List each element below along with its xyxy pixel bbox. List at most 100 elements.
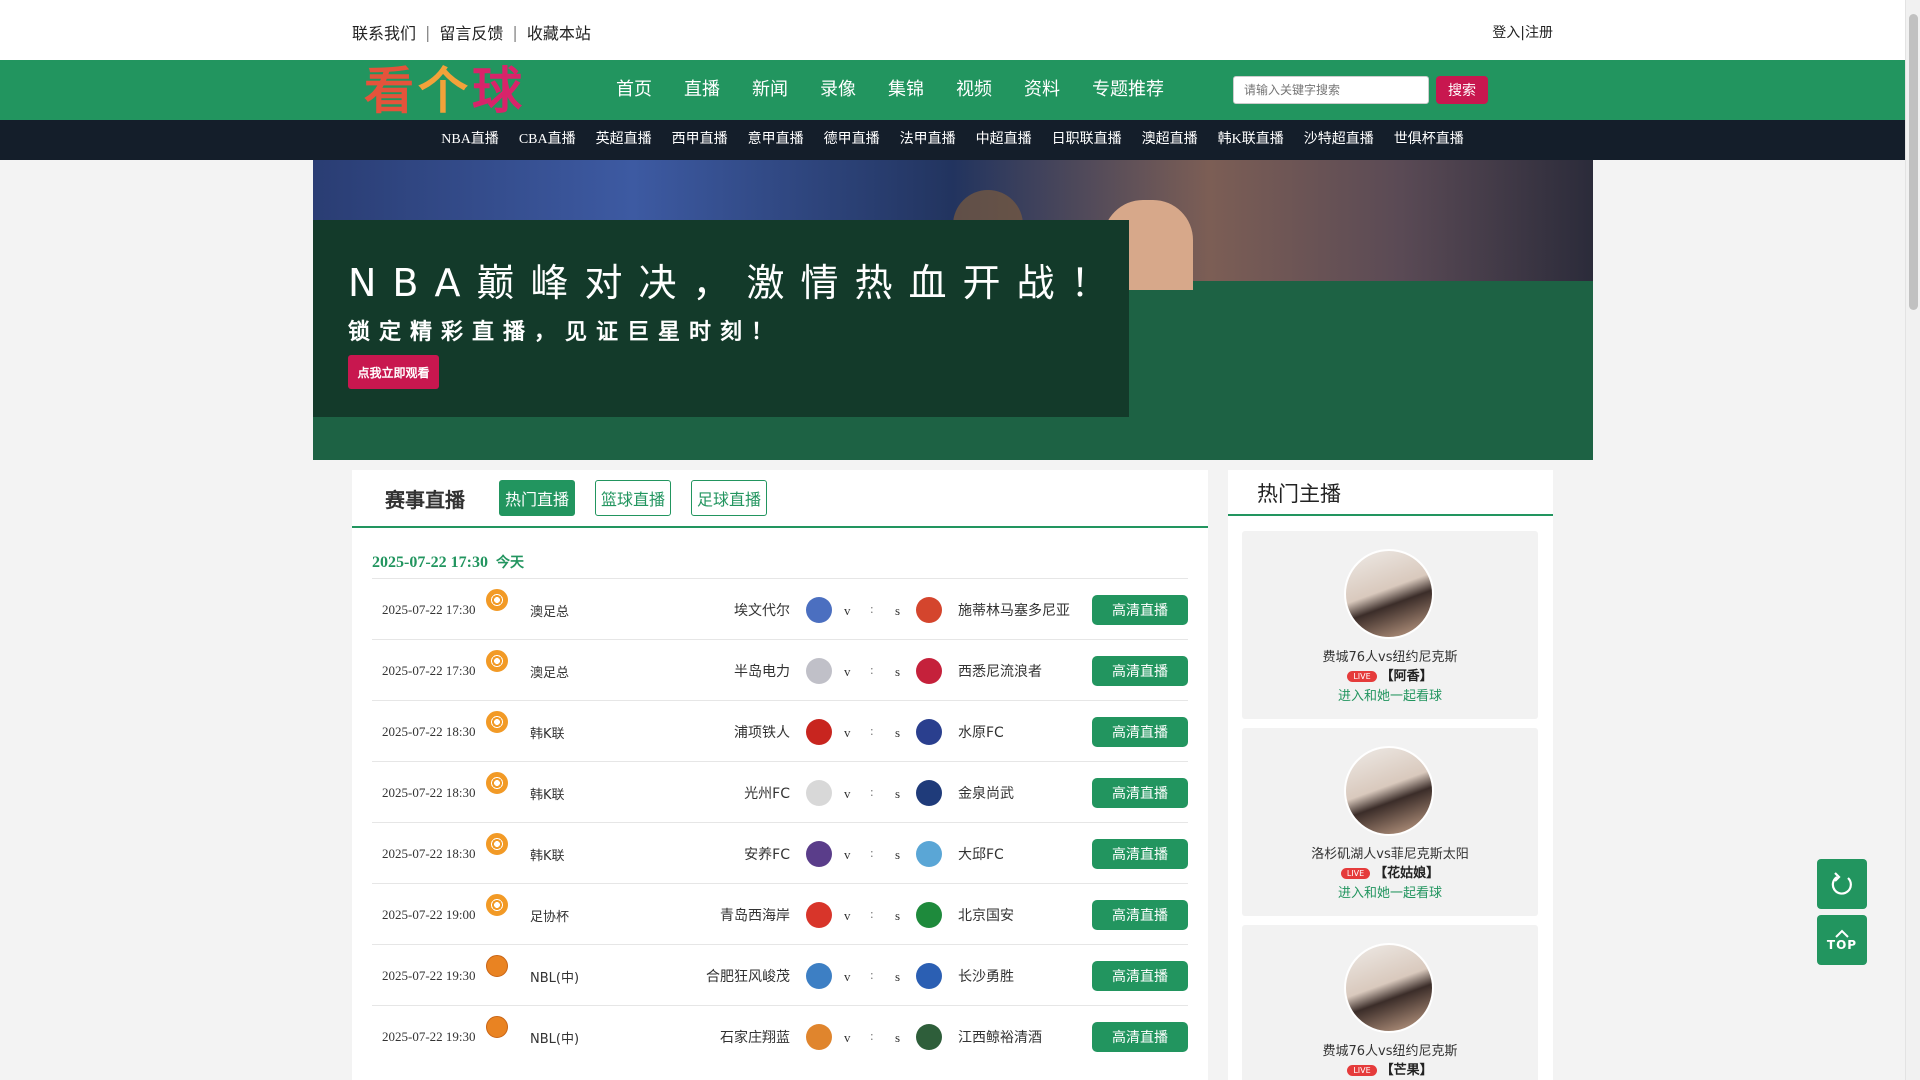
anchor-name-line: LIVE 【阿香】 <box>1242 665 1538 684</box>
hd-live-button[interactable]: 高清直播 <box>1092 595 1188 625</box>
search-button[interactable]: 搜索 <box>1436 76 1488 104</box>
league-name: NBL(中) <box>530 971 580 986</box>
anchor-name-line: LIVE 【芒果】 <box>1242 1059 1538 1078</box>
home-team-logo <box>806 902 832 928</box>
search-input[interactable] <box>1233 76 1429 104</box>
league-link-csl[interactable]: 中超直播 <box>966 120 1042 160</box>
watch-now-button[interactable]: 点我立即观看 <box>348 355 439 389</box>
refresh-button[interactable] <box>1817 859 1867 909</box>
back-to-top-button[interactable]: TOP <box>1817 915 1867 965</box>
vs-s: s <box>895 725 901 740</box>
league-link-bundesliga[interactable]: 德甲直播 <box>814 120 890 160</box>
league-name: 韩K联 <box>530 788 565 803</box>
enter-room-link[interactable]: 进入和她一起看球 <box>1242 882 1538 901</box>
anchor-match: 洛杉矶湖人vs菲尼克斯太阳 <box>1311 847 1469 862</box>
away-team-logo <box>916 963 942 989</box>
hd-live-button[interactable]: 高清直播 <box>1092 839 1188 869</box>
league-nav: NBA直播 CBA直播 英超直播 西甲直播 意甲直播 德甲直播 法甲直播 中超直… <box>0 120 1905 160</box>
league-link-kleague[interactable]: 韩K联直播 <box>1208 120 1294 160</box>
vs-v: v <box>844 725 851 740</box>
football-icon <box>486 650 508 672</box>
league-link-seriea[interactable]: 意甲直播 <box>738 120 814 160</box>
league-name: 韩K联 <box>530 727 565 742</box>
match-time: 2025-07-22 18:30 <box>382 846 476 861</box>
anchor-card[interactable]: 费城76人vs纽约尼克斯 LIVE 【阿香】 进入和她一起看球 <box>1242 531 1538 719</box>
hd-live-button[interactable]: 高清直播 <box>1092 961 1188 991</box>
match-time: 2025-07-22 19:30 <box>382 1029 476 1044</box>
home-team: 合肥狂风峻茂 <box>706 969 790 985</box>
league-link-ligue1[interactable]: 法甲直播 <box>890 120 966 160</box>
league-link-cba[interactable]: CBA直播 <box>509 120 586 160</box>
league-link-nba[interactable]: NBA直播 <box>431 120 509 160</box>
hd-live-button[interactable]: 高清直播 <box>1092 778 1188 808</box>
contact-link[interactable]: 联系我们 <box>352 20 416 44</box>
match-time: 2025-07-22 17:30 <box>382 663 476 678</box>
anchor-card[interactable]: 费城76人vs纽约尼克斯 LIVE【芒果】 进入和她一起看球 <box>1242 925 1538 1080</box>
refresh-icon <box>1831 872 1852 895</box>
match-row: 2025-07-22 18:30 韩K联 光州FC v: s 金泉尚武 高清直播 <box>372 761 1188 822</box>
league-link-jleague[interactable]: 日职联直播 <box>1042 120 1132 160</box>
live-badge: LIVE <box>1347 671 1377 682</box>
score-separator: : <box>870 662 874 677</box>
vs-v: v <box>844 908 851 923</box>
score-separator: : <box>870 784 874 799</box>
top-bar: 联系我们 | 留言反馈 | 收藏本站 登入|注册 <box>0 0 1905 60</box>
hd-live-button[interactable]: 高清直播 <box>1092 656 1188 686</box>
hd-live-button[interactable]: 高清直播 <box>1092 1022 1188 1052</box>
nav-live[interactable]: 直播 <box>668 60 736 120</box>
nav-news[interactable]: 新闻 <box>736 60 804 120</box>
football-icon <box>486 772 508 794</box>
nav-replay[interactable]: 录像 <box>804 60 872 120</box>
match-time: 2025-07-22 17:30 <box>382 602 476 617</box>
login-register-link[interactable]: 登入|注册 <box>1492 22 1553 42</box>
match-row: 2025-07-22 17:30 澳足总 半岛电力 v: s 西悉尼流浪者 高清直播 <box>372 639 1188 700</box>
page-scrollbar[interactable] <box>1905 0 1920 1080</box>
league-name: 韩K联 <box>530 849 565 864</box>
enter-room-link[interactable]: 进入和她一起看球 <box>1242 685 1538 704</box>
vs-v: v <box>844 603 851 618</box>
away-team: 大邱FC <box>958 847 1004 863</box>
home-team: 浦项铁人 <box>734 725 790 741</box>
anchor-name: 【花姑娘】 <box>1374 866 1440 881</box>
vs-s: s <box>895 908 901 923</box>
basketball-icon <box>486 955 508 977</box>
league-link-epl[interactable]: 英超直播 <box>586 120 662 160</box>
league-name: NBL(中) <box>530 1032 580 1047</box>
panel-title: 热门主播 <box>1257 482 1341 506</box>
tab-basketball-live[interactable]: 篮球直播 <box>595 480 672 516</box>
home-team: 青岛西海岸 <box>720 908 790 924</box>
nav-data[interactable]: 资料 <box>1008 60 1076 120</box>
league-link-laliga[interactable]: 西甲直播 <box>662 120 738 160</box>
nav-topics[interactable]: 专题推荐 <box>1076 60 1180 120</box>
top-links: 联系我们 | 留言反馈 | 收藏本站 <box>352 20 591 44</box>
feedback-link[interactable]: 留言反馈 <box>439 20 503 44</box>
league-name: 足协杯 <box>530 910 570 925</box>
home-team-logo <box>806 658 832 684</box>
tab-hot-live[interactable]: 热门直播 <box>499 480 576 516</box>
away-team: 长沙勇胜 <box>958 969 1014 985</box>
league-link-saudi[interactable]: 沙特超直播 <box>1294 120 1384 160</box>
anchor-card[interactable]: 洛杉矶湖人vs菲尼克斯太阳 LIVE 【花姑娘】 进入和她一起看球 <box>1242 728 1538 916</box>
nav-home[interactable]: 首页 <box>600 60 668 120</box>
hd-live-button[interactable]: 高清直播 <box>1092 900 1188 930</box>
league-link-cwc[interactable]: 世俱杯直播 <box>1384 120 1474 160</box>
match-row: 2025-07-22 19:00 足协杯 青岛西海岸 v: s 北京国安 高清直播 <box>372 883 1188 944</box>
nav-highlights[interactable]: 集锦 <box>872 60 940 120</box>
vs-v: v <box>844 969 851 984</box>
hd-live-button[interactable]: 高清直播 <box>1092 717 1188 747</box>
match-time: 2025-07-22 18:30 <box>382 785 476 800</box>
league-link-aleague[interactable]: 澳超直播 <box>1132 120 1208 160</box>
nav-video[interactable]: 视频 <box>940 60 1008 120</box>
site-logo[interactable]: 看个球 <box>364 64 546 118</box>
home-team: 安养FC <box>744 847 790 863</box>
live-matches-panel: 赛事直播 热门直播 篮球直播 足球直播 2025-07-22 17:30 今天 2… <box>352 470 1208 1080</box>
match-time: 2025-07-22 19:00 <box>382 907 476 922</box>
vs-v: v <box>844 847 851 862</box>
away-team: 北京国安 <box>958 908 1014 924</box>
tab-football-live[interactable]: 足球直播 <box>691 480 768 516</box>
anchor-avatar <box>1344 746 1434 836</box>
away-team: 水原FC <box>958 725 1004 741</box>
bookmark-link[interactable]: 收藏本站 <box>527 20 591 44</box>
away-team: 江西鲸裕清酒 <box>958 1030 1042 1046</box>
scrollbar-thumb[interactable] <box>1909 14 1918 310</box>
